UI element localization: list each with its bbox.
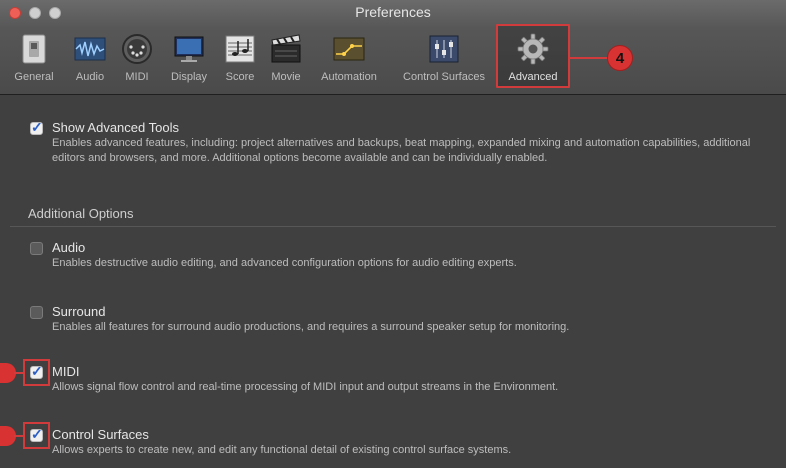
option-title: Show Advanced Tools [52, 120, 179, 135]
preferences-toolbar: General Audio MIDI Display Score Movie A… [0, 24, 786, 90]
section-divider [10, 226, 776, 227]
option-description: Enables all features for surround audio … [52, 321, 570, 333]
tab-general[interactable]: General [4, 24, 64, 88]
option-description: Enables destructive audio editing, and a… [52, 257, 517, 269]
waveform-icon [74, 37, 106, 61]
option-description: Allows experts to create new, and edit a… [52, 444, 512, 456]
preferences-window: Preferences General Audio MIDI Display S… [0, 0, 786, 468]
tab-label: Display [170, 71, 208, 83]
tab-display[interactable]: Display [162, 24, 216, 88]
tab-score[interactable]: Score [218, 24, 262, 88]
tab-label: Audio [75, 71, 105, 83]
tab-label: General [14, 71, 54, 83]
option-title: Surround [52, 304, 106, 319]
callout-leader-line [570, 57, 608, 59]
window-title: Preferences [355, 4, 431, 20]
callout-leader-line [14, 435, 23, 437]
tab-advanced[interactable]: Advanced [496, 24, 570, 88]
tab-label: Advanced [508, 71, 558, 83]
automation-curve-icon [333, 37, 365, 61]
midi-checkbox[interactable] [30, 363, 43, 380]
gear-icon [517, 33, 549, 65]
control-surfaces-checkbox[interactable] [30, 426, 43, 443]
audio-checkbox[interactable] [30, 242, 43, 255]
option-description: Enables advanced features, including: pr… [52, 137, 751, 164]
tab-midi[interactable]: MIDI [116, 24, 158, 88]
section-title: Additional Options [28, 206, 134, 221]
option-title: Control Surfaces [52, 427, 149, 442]
tab-label: Automation [321, 71, 377, 83]
fader-icon [429, 35, 459, 63]
switch-icon [22, 34, 46, 64]
option-title: MIDI [52, 364, 80, 379]
surround-checkbox[interactable] [30, 306, 43, 319]
tab-label: Control Surfaces [403, 71, 485, 83]
option-title: Audio [52, 240, 86, 255]
show-advanced-tools-checkbox[interactable] [30, 119, 43, 136]
tab-label: MIDI [125, 71, 149, 83]
advanced-preferences-pane: Show Advanced Tools Enables advanced fea… [0, 95, 786, 468]
clapperboard-icon [271, 34, 301, 63]
tab-label: Score [225, 71, 255, 83]
score-notes-icon [225, 35, 255, 63]
tab-audio[interactable]: Audio [66, 24, 114, 88]
monitor-icon [174, 36, 204, 62]
callout-badge: 4 [607, 45, 633, 71]
tab-control-surfaces[interactable]: Control Surfaces [392, 24, 496, 88]
tab-movie[interactable]: Movie [262, 24, 310, 88]
option-description: Allows signal flow control and real-time… [52, 381, 559, 393]
midi-connector-icon [122, 34, 152, 64]
tab-automation[interactable]: Automation [312, 24, 386, 88]
callout-leader-line [14, 372, 23, 374]
title-bar: Preferences General Audio MIDI Display S… [0, 0, 786, 95]
tab-label: Movie [271, 71, 301, 83]
